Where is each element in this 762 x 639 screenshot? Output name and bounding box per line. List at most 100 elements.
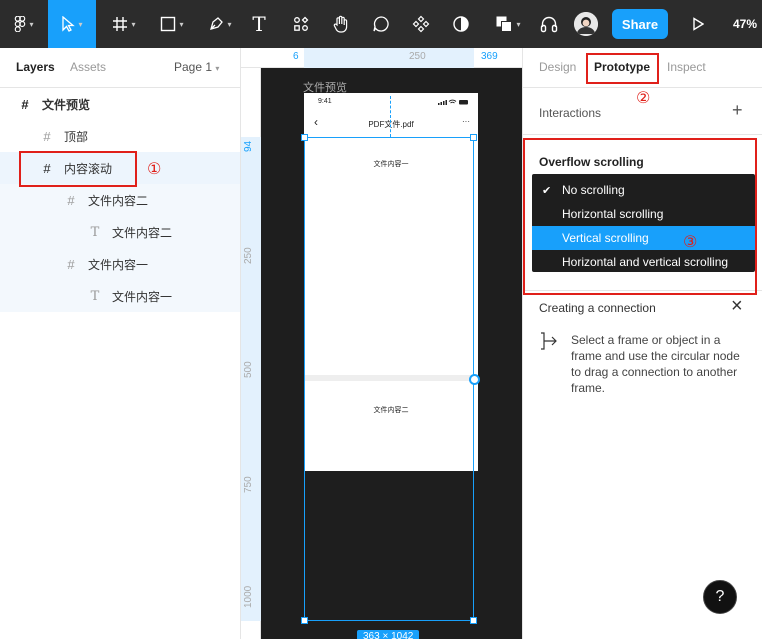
frame-hash-icon [113,17,128,31]
frame-hash-icon: # [43,128,51,144]
tab-layers[interactable]: Layers [16,60,55,74]
share-button[interactable]: Share [612,9,668,39]
annotation-number: ③ [683,234,698,251]
annotation-number: ② [636,90,651,107]
layer-label: 文件内容一 [88,257,149,272]
pen-tool-button[interactable]: ▾ [200,0,240,48]
connection-title: Creating a connection [539,301,656,315]
tab-design[interactable]: Design [539,60,576,74]
main-menu-button[interactable]: ▾ [6,0,42,48]
ruler-tick: 6 [293,51,299,62]
layer-label: 文件内容一 [112,289,173,304]
ruler-selection-highlight [304,48,474,68]
page-name: Page 1 [174,60,213,74]
ruler-tick: 750 [243,476,254,493]
component-icon [412,15,430,33]
annotation-box [19,151,137,187]
chevron-down-icon: ▾ [29,19,34,29]
ruler-tick: 250 [409,51,426,62]
size-badge: 363 × 1042 [357,630,420,639]
component-button[interactable] [408,0,434,48]
chevron-down-icon: ▾ [227,19,232,29]
ruler-horizontal: 6 250 369 [241,48,522,68]
comment-bubble-icon [373,16,389,32]
layer-label: 文件内容二 [88,193,149,208]
resources-button[interactable] [288,0,314,48]
layers-panel: Layers Assets Page 1 ▾ # 文件预览 # 顶部 # 内容滚… [0,48,241,639]
chevron-down-icon: ▾ [131,19,136,29]
help-icon: ? [715,588,725,605]
ruler-selection-highlight [241,137,261,621]
properties-panel: Design Prototype Inspect Interactions + … [522,48,762,639]
layer-item[interactable]: T 文件内容二 [0,216,240,248]
annotation-box [586,53,659,84]
canvas[interactable]: 6 250 369 94 250 500 750 1000 36 文件预览 9:… [241,48,522,639]
signal-wifi-battery-icon [438,99,468,105]
annotation-box [523,138,757,295]
layer-item[interactable]: # 文件内容二 [0,184,240,216]
boolean-union-icon [496,16,513,32]
ruler-tick: 94 [243,140,254,152]
resize-handle[interactable] [301,134,308,141]
layer-label: 文件内容二 [112,225,173,240]
components-grid-icon [294,16,309,31]
frame-tool-button[interactable]: ▾ [104,0,144,48]
move-tool-button[interactable]: ▾ [48,0,96,48]
resize-handle[interactable] [470,617,477,624]
resize-handle[interactable] [301,617,308,624]
status-bar: 9:41 [304,93,478,111]
frame-hash-icon: # [67,192,75,208]
chevron-down-icon: ▾ [78,19,83,29]
left-panel-tabs: Layers Assets Page 1 ▾ [0,48,240,88]
divider [523,134,762,135]
user-avatar-icon [574,12,598,36]
mask-button[interactable] [448,0,474,48]
resize-handle[interactable] [470,134,477,141]
status-time: 9:41 [318,98,332,105]
connection-node[interactable] [469,374,480,385]
text-layer-icon: T [90,224,100,240]
ruler-tick: 1000 [243,585,254,608]
layer-item[interactable]: T 文件内容一 [0,280,240,312]
layer-item[interactable]: # 文件预览 [0,88,240,120]
layer-label: 文件预览 [42,97,91,112]
figma-logo-icon [15,16,26,32]
page-selector[interactable]: Page 1 ▾ [174,60,219,74]
audio-button[interactable] [536,0,562,48]
toolbar: ▾ ▾ ▾ ▾ ▾ T ▾ Share 47% [0,0,762,48]
ruler-tick: 250 [243,247,254,264]
boolean-ops-button[interactable]: ▾ [488,0,528,48]
rectangle-icon [161,16,176,32]
more-icon: ··· [462,117,470,126]
play-icon [693,17,704,31]
layer-label: 顶部 [64,129,89,144]
tab-inspect[interactable]: Inspect [667,60,706,74]
ruler-tick: 369 [481,51,498,62]
shape-tool-button[interactable]: ▾ [152,0,192,48]
avatar[interactable] [574,12,598,36]
selection-box[interactable] [301,134,480,624]
present-button[interactable] [688,0,708,48]
hand-tool-button[interactable] [328,0,354,48]
interactions-label: Interactions [539,106,602,120]
comment-tool-button[interactable] [368,0,394,48]
chevron-down-icon: ▾ [179,19,184,29]
chevron-down-icon: ▾ [215,64,220,73]
nav-title: PDF文件.pdf [368,120,414,129]
phone-nav-bar: ‹ PDF文件.pdf ··· [304,111,478,137]
text-tool-button[interactable]: T [246,0,272,48]
layer-item[interactable]: # 文件内容一 [0,248,240,280]
text-tool-icon: T [252,12,266,36]
help-button[interactable]: ? [703,580,737,614]
ruler-vertical: 94 250 500 750 1000 36 [241,68,261,639]
cursor-arrow-icon [62,16,76,32]
layer-item[interactable]: # 顶部 [0,120,240,152]
add-interaction-icon[interactable]: + [732,100,743,121]
close-icon[interactable]: × [731,295,743,318]
tab-assets[interactable]: Assets [70,60,106,74]
annotation-number: ① [147,161,162,178]
ruler-tick: 500 [243,361,254,378]
connection-help-text: Select a frame or object in a frame and … [571,333,740,395]
zoom-level[interactable]: 47% [733,0,757,48]
mask-contrast-icon [453,16,469,32]
